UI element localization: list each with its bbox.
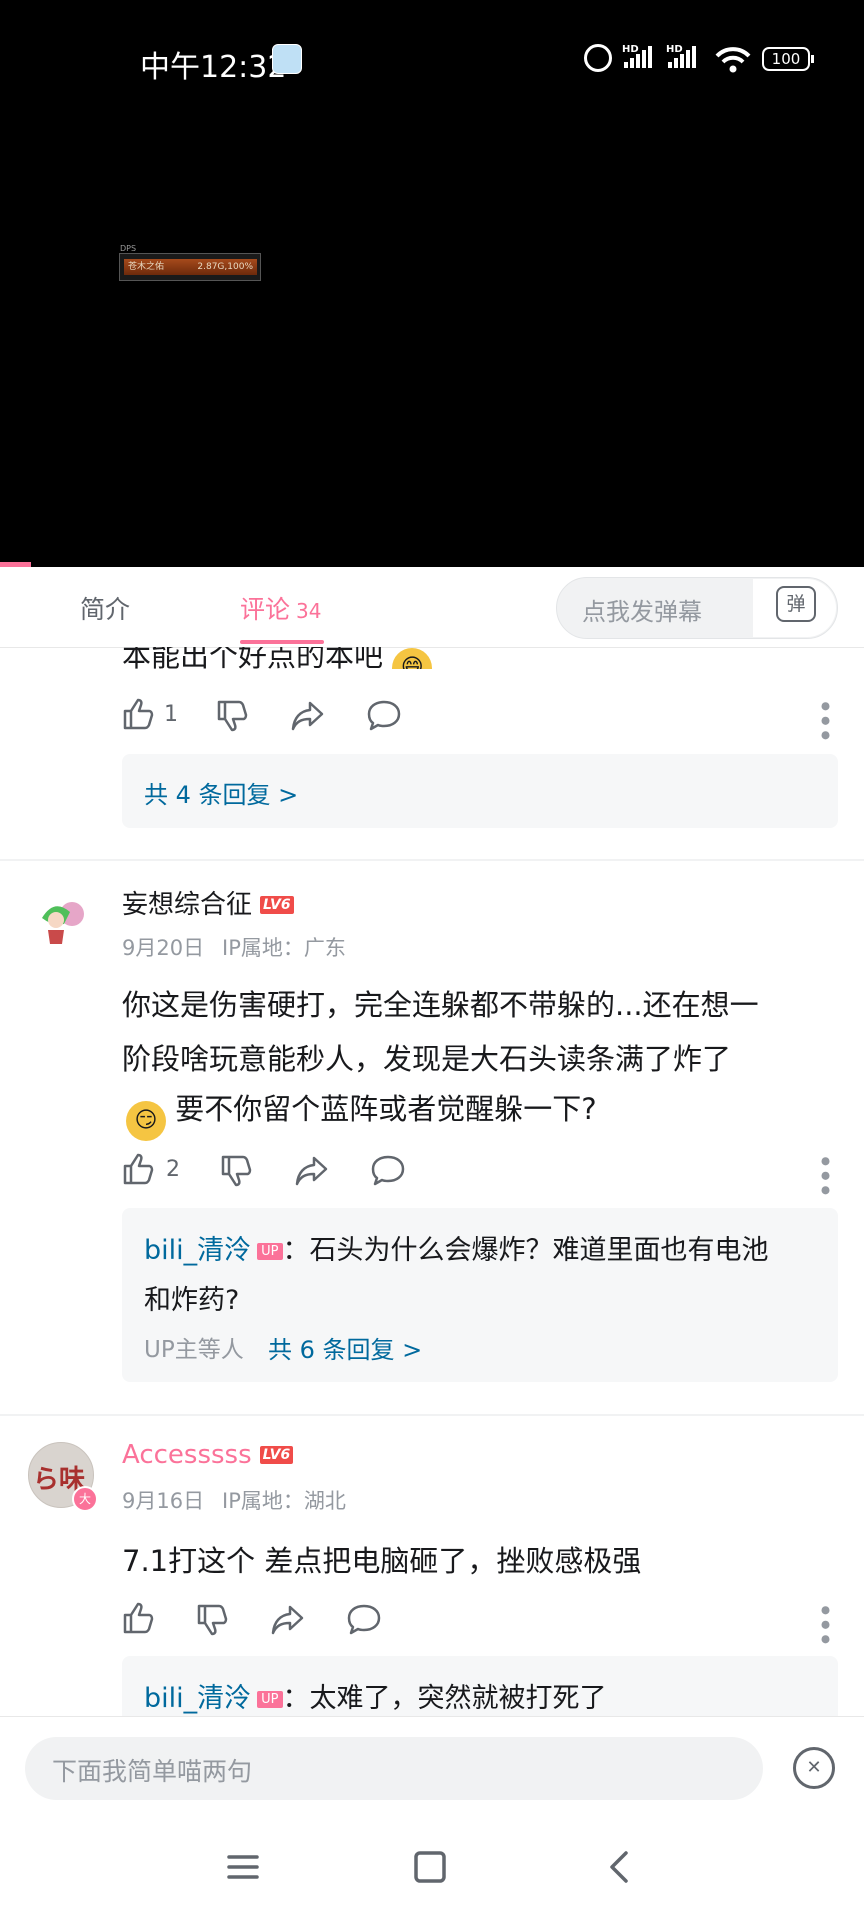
username-text: Accesssss: [122, 1440, 252, 1470]
username-text: 妄想综合征: [122, 890, 253, 920]
reply-icon[interactable]: [346, 1603, 382, 1637]
divider: [0, 859, 864, 861]
comment-username[interactable]: 妄想综合征 LV6: [122, 884, 294, 921]
dislike-icon[interactable]: [220, 1154, 254, 1188]
tab-comments-label: 评论: [240, 595, 291, 624]
emoji-icon: 😄: [392, 648, 433, 669]
more-options-icon[interactable]: •••: [808, 1153, 841, 1197]
dps-name: 苍木之佑: [128, 262, 165, 272]
reply-summary-link[interactable]: 共 6 条回复 >: [268, 1330, 422, 1365]
emoji-icon: 😏: [126, 1101, 166, 1141]
status-time: 中午12:32: [140, 50, 287, 85]
comment-text: 本能出个好点的本吧 😄: [122, 647, 433, 669]
wifi-icon: [715, 47, 751, 73]
reply-username[interactable]: bili_清泠: [144, 1235, 251, 1266]
comment-text-line3: 要不你留个蓝阵或者觉醒躲一下?: [175, 1092, 597, 1126]
share-icon[interactable]: [270, 1603, 306, 1637]
reply-box[interactable]: bili_清泠 UP ：太难了，突然就被打死了: [122, 1656, 838, 1716]
avatar-image: [42, 902, 84, 944]
signal-icon-2: [668, 46, 698, 68]
battery-icon: 100: [762, 47, 810, 71]
like-count: 1: [164, 702, 178, 727]
tab-comments-count: 34: [296, 599, 322, 623]
reply-extra: UP主等人: [144, 1337, 244, 1363]
dps-header: DPS: [120, 244, 137, 253]
danmaku-placeholder[interactable]: 点我发弹幕: [582, 592, 702, 627]
comment-input-placeholder[interactable]: 下面我简单喵两句: [52, 1752, 252, 1788]
share-icon[interactable]: [290, 699, 326, 733]
menu-icon[interactable]: [226, 1850, 260, 1884]
comment-ip: IP属地：湖北: [222, 1489, 346, 1513]
like-icon[interactable]: [122, 697, 156, 731]
reply-box[interactable]: 共 4 条回复 >: [122, 754, 838, 828]
reply-text: ：太难了，突然就被打死了: [282, 1683, 607, 1714]
dislike-icon[interactable]: [216, 699, 250, 733]
reply-text-line2: 和炸药?: [144, 1285, 240, 1316]
like-icon[interactable]: [122, 1152, 156, 1186]
app-notification-icon: [272, 44, 302, 74]
reply-icon[interactable]: [366, 699, 402, 733]
comment-text-line3-wrap: 😏 要不你留个蓝阵或者觉醒躲一下?: [126, 1086, 597, 1141]
vip-badge-icon: 大: [72, 1486, 98, 1512]
up-badge: UP: [257, 1243, 283, 1260]
comment-username[interactable]: Accesssss LV6: [122, 1440, 294, 1470]
battery-tip: [811, 55, 814, 63]
back-icon[interactable]: [602, 1850, 636, 1884]
dislike-icon[interactable]: [196, 1603, 230, 1637]
emoji-icon[interactable]: ✕: [793, 1747, 835, 1789]
divider: [0, 1414, 864, 1416]
comment-text-line1: 你这是伤害硬打，完全连躲都不带躲的...还在想一: [122, 988, 759, 1022]
tab-underline: [240, 640, 324, 644]
reply-line1: bili_清泠 UP ：石头为什么会爆炸？难道里面也有电池: [144, 1228, 769, 1267]
like-count: 2: [166, 1157, 180, 1182]
home-icon[interactable]: [413, 1850, 447, 1884]
alarm-icon: [584, 44, 612, 72]
comment-text-partial: 本能出个好点的本吧: [122, 647, 384, 669]
dps-value: 2.87G,100%: [197, 262, 253, 272]
reply-text-line1: ：石头为什么会爆炸？难道里面也有电池: [282, 1235, 769, 1266]
reply-summary-link[interactable]: 共 4 条回复 >: [144, 775, 298, 810]
reply-line1: bili_清泠 UP ：太难了，突然就被打死了: [144, 1676, 607, 1715]
more-options-icon[interactable]: •••: [808, 698, 841, 742]
comment-date: 9月20日: [122, 936, 205, 960]
tab-comments[interactable]: 评论 34: [240, 590, 321, 626]
reply-icon[interactable]: [370, 1154, 406, 1188]
avatar[interactable]: [34, 896, 90, 952]
comment-clip: 本能出个好点的本吧 😄: [0, 647, 864, 669]
signal-icon: [624, 46, 654, 68]
comment-date: 9月16日: [122, 1489, 205, 1513]
share-icon[interactable]: [294, 1154, 330, 1188]
tab-intro[interactable]: 简介: [80, 590, 130, 626]
comment-ip: IP属地：广东: [222, 936, 346, 960]
level-badge: LV6: [260, 896, 294, 914]
reply-username[interactable]: bili_清泠: [144, 1683, 251, 1714]
video-player[interactable]: [0, 0, 864, 567]
more-options-icon[interactable]: •••: [808, 1602, 841, 1646]
like-icon[interactable]: [122, 1601, 156, 1635]
comment-text: 7.1打这个 差点把电脑砸了，挫败感极强: [122, 1544, 642, 1578]
danmaku-icon[interactable]: 弹: [776, 586, 816, 622]
dps-bar: 苍木之佑 2.87G,100%: [124, 259, 257, 275]
comment-text-line2: 阶段啥玩意能秒人，发现是大石头读条满了炸了: [122, 1042, 732, 1076]
reply-box[interactable]: bili_清泠 UP ：石头为什么会爆炸？难道里面也有电池 和炸药? UP主等人 共…: [122, 1208, 838, 1382]
up-badge: UP: [257, 1691, 283, 1708]
level-badge: LV6: [259, 1446, 294, 1464]
